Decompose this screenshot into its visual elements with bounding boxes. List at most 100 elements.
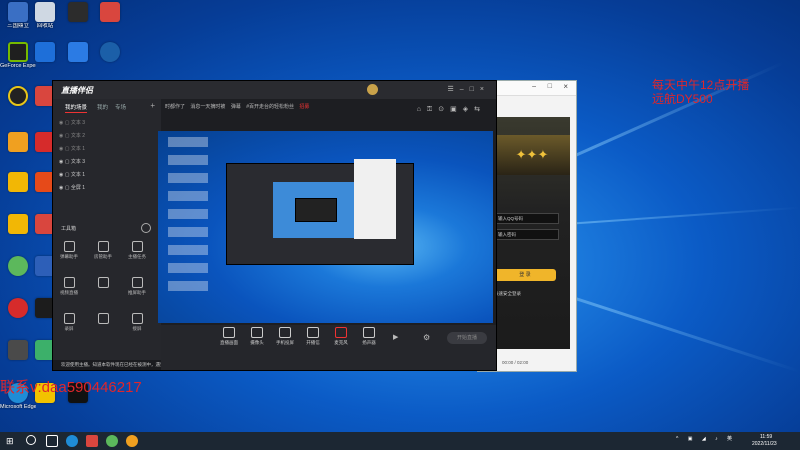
toolbar-icons[interactable]: ⌂⚿⊙▣◈⇆ [417,105,486,114]
app-icon [8,172,28,192]
add-scene-icon[interactable]: + [150,101,155,110]
nested-login [354,159,396,239]
login-panel: ✦✦✦ 输入QQ号码 输入密码 登 录 快速安全登录 [494,117,570,349]
tool-slot[interactable] [89,277,117,290]
bottom-bar: 直播画面 摄像头 手机投屏 开播信 麦克风 扬声器 ▶ ⚙ 开始直播 [161,325,496,370]
sidebar: 我的场景 我的 专场 + ◉ ▢ 文本 3 ◉ ▢ 文本 2 ◉ ▢ 文本 1 … [53,99,496,370]
app-icon[interactable] [106,435,118,447]
recycle-bin-icon [35,2,55,22]
camera-icon[interactable]: ▶ [393,333,398,341]
toolbox-more-icon[interactable] [141,223,151,233]
toolbox-heading: 工具箱 [61,226,77,232]
app-icon [8,2,28,22]
app-icon [68,2,88,22]
desktop-icon-label: Microsoft Edge [0,404,36,410]
search-icon[interactable] [26,435,36,445]
app-icon [35,42,55,62]
tool-danmu[interactable]: 弹幕助手 [55,241,83,260]
tool-video[interactable]: 视频直播 [55,277,83,296]
title-menu: 时都作了 消息一天摘时被 弹幕 #百开走台的轻松粉丝 招募 [165,104,310,110]
scene-item[interactable]: ◉ ▢ 文本 3 [59,119,85,126]
record-icon [63,313,75,324]
close-icon[interactable]: × [563,82,568,91]
tasks-icon [131,241,143,252]
nested-desktop-icons [168,137,208,297]
game-banner: ✦✦✦ [494,135,570,175]
nvidia-icon [8,42,28,62]
camera-button[interactable]: 摄像头 [245,327,269,346]
tool-push[interactable]: 推屏助手 [123,277,151,296]
tool-slot[interactable] [89,313,117,326]
nested-inner-window [295,198,337,222]
start-icon[interactable]: ⊞ [6,435,18,447]
desktop-icon-label: GeForce Experience [0,63,36,69]
tool-record[interactable]: 录屏 [55,313,83,332]
scene-item[interactable]: ◉ ▢ 文本 1 [59,171,85,178]
preview-canvas[interactable] [158,131,493,323]
microphone-icon [335,327,347,338]
clock-date[interactable]: 2022/11/23 [752,441,777,447]
desktop-icon[interactable] [60,2,96,23]
scene-item[interactable]: ◉ ▢ 文本 2 [59,132,85,139]
scene-item[interactable]: ◉ ▢ 文本 3 [59,158,85,165]
app-icon[interactable] [126,435,138,447]
video-icon [63,277,75,288]
maximize-icon[interactable]: □ [548,83,552,90]
desktop-icon[interactable] [60,42,96,63]
nested-preview [273,182,363,238]
clock-time[interactable]: 11:59 [760,434,772,440]
start-live-button[interactable]: 开始直播 [447,332,487,344]
danmu-icon [63,241,75,252]
desktop-icon[interactable]: 回收站 [27,2,63,29]
push-icon [131,277,143,288]
microphone-button[interactable]: 麦克风 [329,327,353,346]
qq-icon [8,298,28,318]
window-controls: ☰–□× [447,86,490,93]
tool-icon [97,313,109,324]
open-button[interactable]: 开播信 [301,327,325,346]
app-icon [8,256,28,276]
taskbar: ⊞ ^ ▣ ◢ ♪ 英 11:59 2022/11/23 [0,432,800,450]
tool-screen[interactable]: 接屏 [123,313,151,332]
app-icon [100,2,120,22]
scene-item[interactable]: ◉ ▢ 全屏 1 [59,184,85,191]
qq-username-input[interactable]: 输入QQ号码 [494,213,559,224]
live-companion-window[interactable]: 直播伴侣 ☰–□× 我的场景 我的 专场 + ◉ ▢ 文本 3 ◉ ▢ 文本 2… [52,80,497,371]
camera-icon [251,327,263,338]
desktop-icon[interactable] [92,42,128,63]
avatar[interactable] [367,84,378,95]
edge-icon[interactable] [66,435,78,447]
phone-cast-button[interactable]: 手机投屏 [273,327,297,346]
desktop-icon[interactable] [92,2,128,23]
speaker-button[interactable]: 扬声器 [357,327,381,346]
login-footer: 快速安全登录 [494,291,521,296]
minimize-icon[interactable]: – [532,83,536,90]
monitor-icon [223,327,235,338]
app-logo: 直播伴侣 [61,86,93,95]
live-companion-icon[interactable] [86,435,98,447]
play-icon [307,327,319,338]
settings-icon[interactable]: ⚙ [423,333,430,342]
app-icon [8,214,28,234]
screen-icon [131,313,143,324]
tool-icon [97,277,109,288]
task-view-icon[interactable] [46,435,58,447]
tab-mine[interactable]: 我的 [97,103,108,111]
scene-item[interactable]: ◉ ▢ 文本 1 [59,145,85,152]
speaker-icon [363,327,375,338]
phone-icon [279,327,291,338]
shield-icon [68,42,88,62]
tool-room-admin[interactable]: 房管助手 [89,241,117,260]
desktop-icon-label: 回收站 [36,23,54,29]
tab-special[interactable]: 专场 [115,103,126,111]
password-input[interactable]: 输入密码 [494,229,559,240]
admin-icon [97,241,109,252]
tray-icons[interactable]: ^ ▣ ◢ ♪ 英 [676,435,736,442]
desktop-icon[interactable] [27,42,63,63]
tool-tasks[interactable]: 主播任务 [123,241,151,260]
tab-scenes[interactable]: 我的场景 [65,103,88,113]
stream-schedule-text: 每天中午12点开播 远航DY500 [652,78,750,106]
scene-capture-button[interactable]: 直播画面 [217,327,241,346]
app-icon [8,340,28,360]
login-button[interactable]: 登 录 [494,269,556,281]
